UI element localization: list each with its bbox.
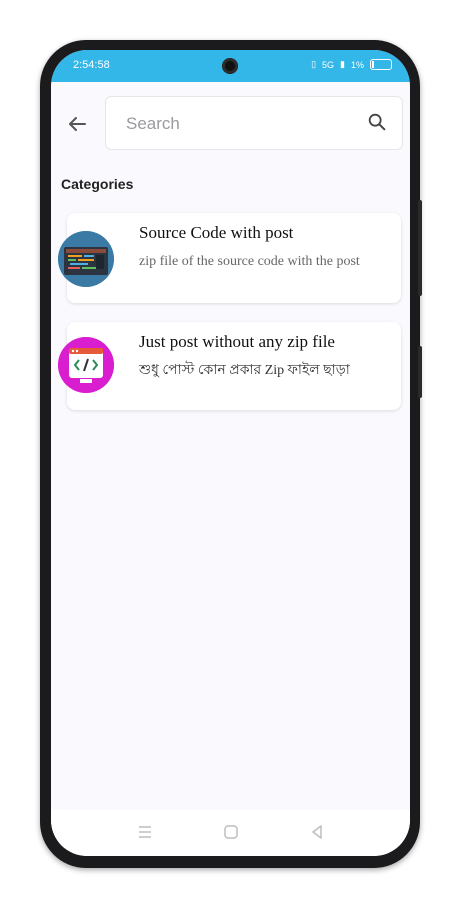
signal-text: 5G — [322, 59, 335, 70]
category-subtitle: শুধু পোস্ট কোন প্রকার Zip ফাইল ছাড়া — [139, 363, 350, 378]
navigation-bar — [51, 810, 410, 856]
html-code-icon — [58, 337, 114, 393]
front-camera — [222, 58, 238, 74]
search-input[interactable] — [124, 113, 348, 135]
power-button — [418, 346, 422, 398]
top-bar — [51, 96, 410, 152]
category-subtitle: zip file of the source code with the pos… — [139, 254, 360, 269]
code-editor-image — [58, 231, 114, 287]
status-time: 2:54:58 — [73, 59, 110, 71]
signal-bars-icon: ▮ — [340, 59, 345, 69]
category-card-source-code[interactable]: Source Code with post zip file of the so… — [67, 213, 401, 303]
nav-back-icon[interactable] — [307, 822, 327, 842]
search-icon[interactable] — [366, 111, 388, 133]
status-bar: 2:54:58 ▯ 5G ▮ 1% — [51, 50, 410, 82]
search-box[interactable] — [105, 96, 403, 150]
battery-icon — [370, 59, 392, 70]
home-icon[interactable] — [221, 822, 241, 842]
vibrate-icon: ▯ — [311, 59, 317, 69]
app-screen: 2:54:58 ▯ 5G ▮ 1% Categories Source Code… — [51, 50, 410, 856]
categories-heading: Categories — [61, 176, 134, 192]
status-icons: ▯ 5G ▮ 1% — [311, 59, 392, 70]
category-card-post-only[interactable]: Just post without any zip file শুধু পোস্… — [67, 322, 401, 410]
category-title: Just post without any zip file — [139, 332, 335, 351]
category-title: Source Code with post — [139, 223, 294, 242]
back-arrow-icon[interactable] — [65, 112, 89, 136]
volume-button — [418, 200, 422, 296]
recent-apps-icon[interactable] — [135, 822, 155, 842]
battery-text: 1% — [350, 59, 364, 70]
